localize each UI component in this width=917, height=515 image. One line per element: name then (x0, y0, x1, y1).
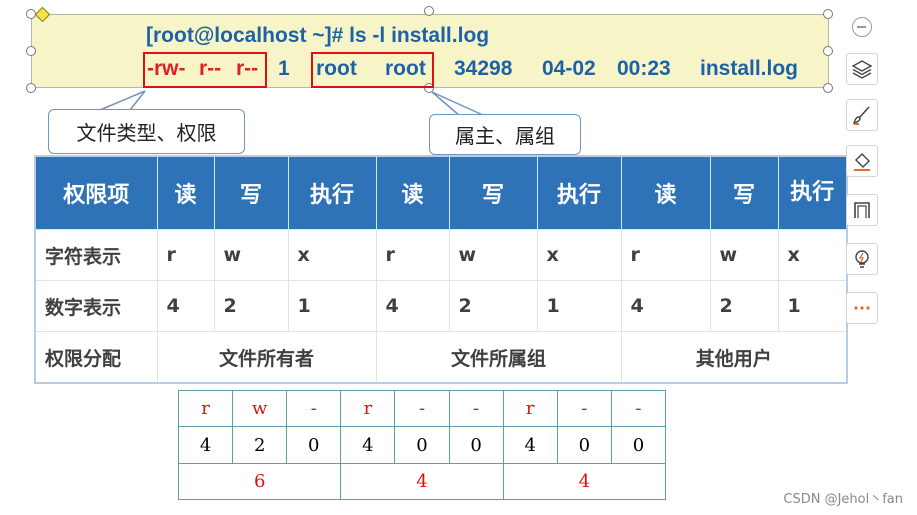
bit-num: 0 (556, 426, 612, 464)
bit-char: - (610, 390, 667, 427)
table-cell: r (157, 229, 215, 281)
table-cell: w (214, 229, 289, 281)
assign-other: 其他用户 (621, 331, 848, 383)
bit-num: 0 (610, 426, 667, 464)
table-cell: 2 (214, 280, 289, 332)
row-label: 字符表示 (35, 229, 158, 281)
bit-char-row: r w - r - - r - - (177, 390, 667, 427)
table-cell: x (288, 229, 377, 281)
table-cell: 4 (376, 280, 450, 332)
bit-num: 4 (177, 426, 234, 464)
bit-num: 0 (394, 426, 450, 464)
char-row: 字符表示 r w x r w x r w x (35, 229, 848, 281)
idea-button[interactable] (846, 243, 878, 275)
table-cell: r (376, 229, 450, 281)
permission-table: 权限项 读 写 执行 读 写 执行 读 写 执行 字符表示 r w x r w … (34, 155, 848, 384)
bit-num: 2 (232, 426, 288, 464)
bulb-icon (855, 250, 869, 268)
layers-icon (851, 60, 873, 79)
header-cell: 执行 (537, 156, 622, 230)
table-cell: x (778, 229, 848, 281)
table-cell: w (449, 229, 538, 281)
bit-char: - (556, 390, 612, 427)
bit-char: w (232, 390, 288, 427)
layers-button[interactable] (846, 53, 878, 85)
bit-total: 4 (340, 463, 504, 500)
table-cell: 1 (537, 280, 622, 332)
more-button[interactable] (846, 292, 878, 324)
table-cell: 4 (621, 280, 711, 332)
table-cell: 1 (778, 280, 848, 332)
bit-num: 0 (286, 426, 342, 464)
header-cell: 写 (214, 156, 289, 230)
bit-num: 4 (502, 426, 558, 464)
bit-char: - (448, 390, 504, 427)
bit-char: - (286, 390, 342, 427)
collapse-icon[interactable] (852, 17, 872, 37)
bit-char: r (340, 390, 396, 427)
header-cell: 读 (376, 156, 450, 230)
bit-num: 0 (448, 426, 504, 464)
header-cell: 读 (157, 156, 215, 230)
table-cell: 2 (710, 280, 779, 332)
header-cell: 读 (621, 156, 711, 230)
row-label: 权限分配 (35, 331, 158, 383)
header-cell: 执行 (288, 156, 377, 230)
header-row: 权限项 读 写 执行 读 写 执行 读 写 执行 (35, 156, 847, 230)
bit-char: r (502, 390, 558, 427)
bit-char: r (177, 390, 234, 427)
bit-char: - (394, 390, 450, 427)
watermark: CSDN @Jehol丶fan (783, 492, 903, 507)
bit-num: 4 (340, 426, 396, 464)
frame-button[interactable] (846, 194, 878, 226)
assign-owner: 文件所有者 (157, 331, 377, 383)
brush-button[interactable] (846, 99, 878, 131)
table-cell: 1 (288, 280, 377, 332)
fill-icon (854, 153, 870, 171)
num-row: 数字表示 4 2 1 4 2 1 4 2 1 (35, 280, 848, 332)
table-cell: x (537, 229, 622, 281)
assign-row: 权限分配 文件所有者 文件所属组 其他用户 (35, 331, 848, 383)
bit-num-row: 4 2 0 4 0 0 4 0 0 (177, 426, 667, 464)
header-cell: 写 (710, 156, 779, 230)
more-icon (854, 306, 870, 310)
table-cell: r (621, 229, 711, 281)
row-label: 数字表示 (35, 280, 158, 332)
bit-total: 4 (502, 463, 667, 500)
table-cell: w (710, 229, 779, 281)
bit-table: r w - r - - r - - 4 2 0 4 0 0 4 0 0 6 4 … (177, 390, 667, 500)
brush-icon (852, 106, 870, 125)
frame-icon (854, 202, 870, 218)
callout-type-permission: 文件类型、权限 (48, 109, 245, 154)
table-cell: 4 (157, 280, 215, 332)
header-cell: 权限项 (35, 156, 158, 230)
header-cell: 执行 (778, 156, 847, 230)
header-cell: 写 (449, 156, 538, 230)
fill-button[interactable] (846, 145, 878, 177)
assign-group: 文件所属组 (376, 331, 622, 383)
table-cell: 2 (449, 280, 538, 332)
callout-owner-group: 属主、属组 (429, 114, 581, 155)
bit-total-row: 6 4 4 (177, 463, 667, 500)
bit-total: 6 (177, 463, 342, 500)
